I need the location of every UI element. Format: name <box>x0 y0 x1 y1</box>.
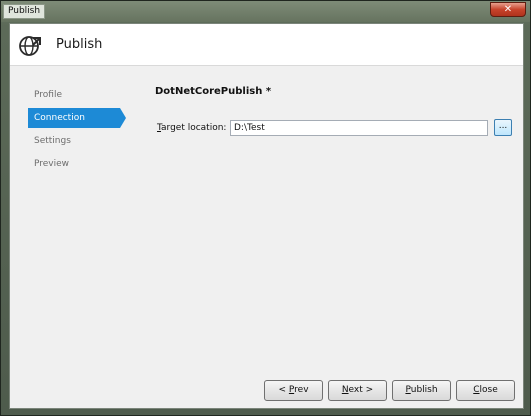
profile-name-heading: DotNetCorePublish * <box>155 86 272 97</box>
nav-item-preview[interactable]: Preview <box>28 154 120 174</box>
window-close-button[interactable]: ✕ <box>490 2 526 17</box>
nav-item-connection[interactable]: Connection <box>28 108 126 128</box>
dialog-header: Publish <box>10 24 523 66</box>
globe-publish-icon <box>19 36 41 56</box>
nav-item-settings[interactable]: Settings <box>28 131 120 151</box>
target-location-input[interactable] <box>230 120 488 136</box>
page-title: Publish <box>56 37 103 52</box>
browse-button[interactable]: ... <box>494 119 512 136</box>
next-mnemonic: N <box>341 385 349 395</box>
nav-item-profile[interactable]: Profile <box>28 85 120 105</box>
publish-label: ublish <box>410 385 438 395</box>
next-button[interactable]: Next > <box>328 380 387 401</box>
publish-button[interactable]: Publish <box>392 380 451 401</box>
publish-window: Publish ✕ Publish Profile Connection Set… <box>0 0 531 416</box>
prev-button[interactable]: < Prev <box>264 380 323 401</box>
close-button[interactable]: Close <box>456 380 515 401</box>
prev-label: rev <box>294 385 309 395</box>
close-label: lose <box>479 385 498 395</box>
prev-prefix: < <box>278 385 289 395</box>
next-label: ext > <box>348 385 374 395</box>
target-location-label: Target location: <box>157 123 226 133</box>
title-bar[interactable]: Publish ✕ <box>1 1 530 22</box>
target-location-label-text: arget location: <box>161 123 227 133</box>
window-title: Publish <box>3 4 46 19</box>
dialog-client-area: Publish Profile Connection Settings Prev… <box>9 23 524 409</box>
